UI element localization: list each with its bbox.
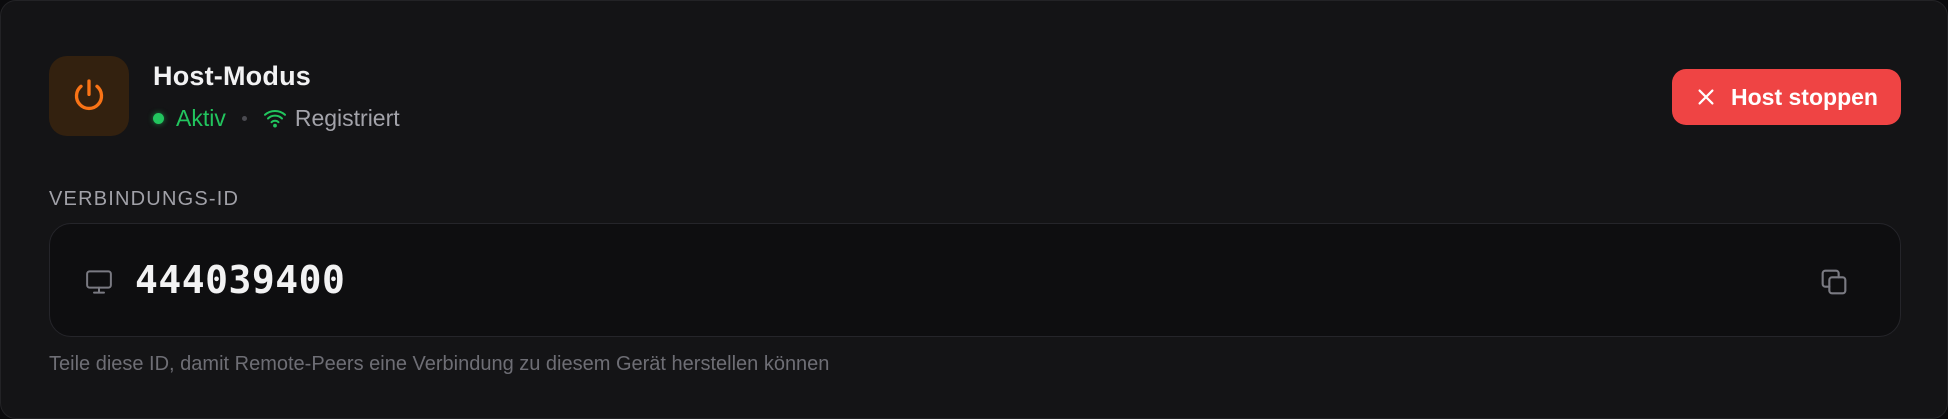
monitor-icon [84,267,114,297]
connection-id-box: 444039400 [49,223,1901,337]
status-row: Aktiv Registriert [153,104,400,132]
status-dot [153,112,164,124]
copy-icon [1818,266,1850,298]
host-mode-header: Host-Modus Aktiv Registriert [49,56,400,136]
stop-host-button[interactable]: Host stoppen [1672,69,1901,125]
connection-id-value[interactable]: 444039400 [135,257,345,303]
wifi-icon [263,106,287,130]
status-registered: Registriert [294,105,400,131]
power-icon [49,56,129,136]
connection-id-hint: Teile diese ID, damit Remote-Peers eine … [49,353,830,375]
status-separator [241,115,247,121]
host-mode-card: Host-Modus Aktiv Registriert Host stoppe… [0,0,1948,419]
stop-host-label: Host stoppen [1731,83,1878,110]
copy-button[interactable] [1812,260,1856,304]
x-icon [1695,86,1717,108]
header-text: Host-Modus Aktiv Registriert [153,60,400,132]
connection-id-label: VERBINDUNGS-ID [49,188,240,210]
status-active: Aktiv [176,105,226,131]
page-title: Host-Modus [153,61,311,91]
